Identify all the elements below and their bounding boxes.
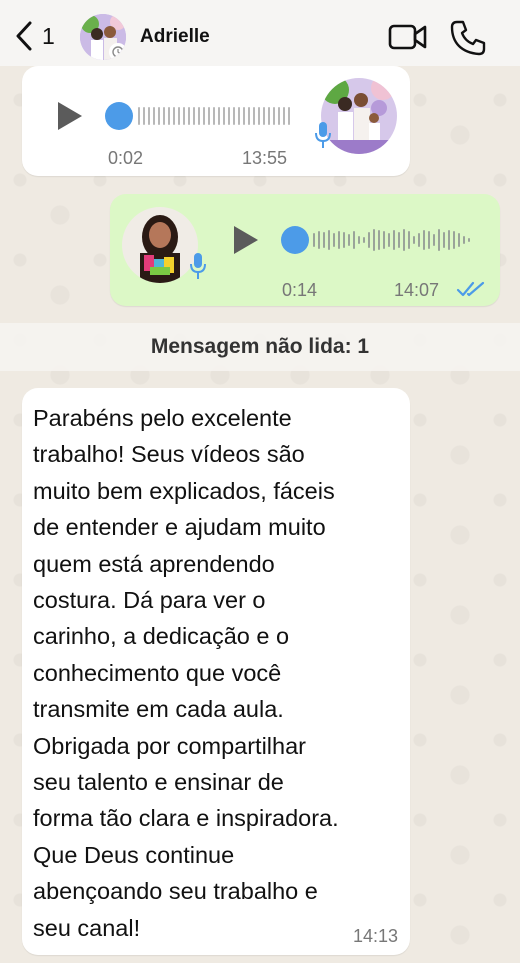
audio-waveform[interactable] (138, 101, 290, 131)
audio-duration: 0:14 (282, 280, 318, 300)
sender-avatar (321, 78, 397, 154)
microphone-icon (315, 122, 331, 148)
unread-messages-divider: Mensagem não lida: 1 (0, 323, 520, 371)
audio-scrubber-knob[interactable] (105, 102, 133, 130)
message-time: 14:07 (394, 280, 440, 300)
status-clock-icon (109, 43, 126, 60)
outgoing-voice-message[interactable]: 0:14 14:07 (110, 194, 500, 306)
unread-count: 1 (42, 22, 55, 49)
sender-avatar (122, 207, 198, 283)
video-call-icon[interactable] (388, 21, 428, 53)
back-chevron-icon (16, 21, 32, 51)
audio-scrubber-knob[interactable] (281, 226, 309, 254)
incoming-text-message[interactable]: Parabéns pelo excelente trabalho! Seus v… (22, 388, 410, 955)
audio-waveform[interactable] (313, 225, 470, 255)
play-icon[interactable] (234, 226, 258, 254)
phone-call-icon[interactable] (449, 19, 487, 57)
incoming-voice-message[interactable]: 0:02 13:55 (22, 66, 410, 176)
back-button[interactable]: 1 (14, 20, 55, 52)
message-body: Parabéns pelo excelente trabalho! Seus v… (33, 405, 339, 941)
chat-header: 1 Adrielle (0, 0, 520, 66)
contact-avatar[interactable] (80, 14, 126, 60)
message-time: 14:13 (352, 926, 398, 946)
double-check-read-icon (456, 281, 485, 297)
play-icon[interactable] (58, 102, 82, 130)
unread-divider-label: Mensagem não lida: 1 (150, 335, 370, 358)
contact-name[interactable]: Adrielle (140, 26, 210, 48)
message-time: 13:55 (242, 148, 288, 168)
audio-duration: 0:02 (108, 148, 144, 168)
microphone-icon (190, 253, 206, 279)
